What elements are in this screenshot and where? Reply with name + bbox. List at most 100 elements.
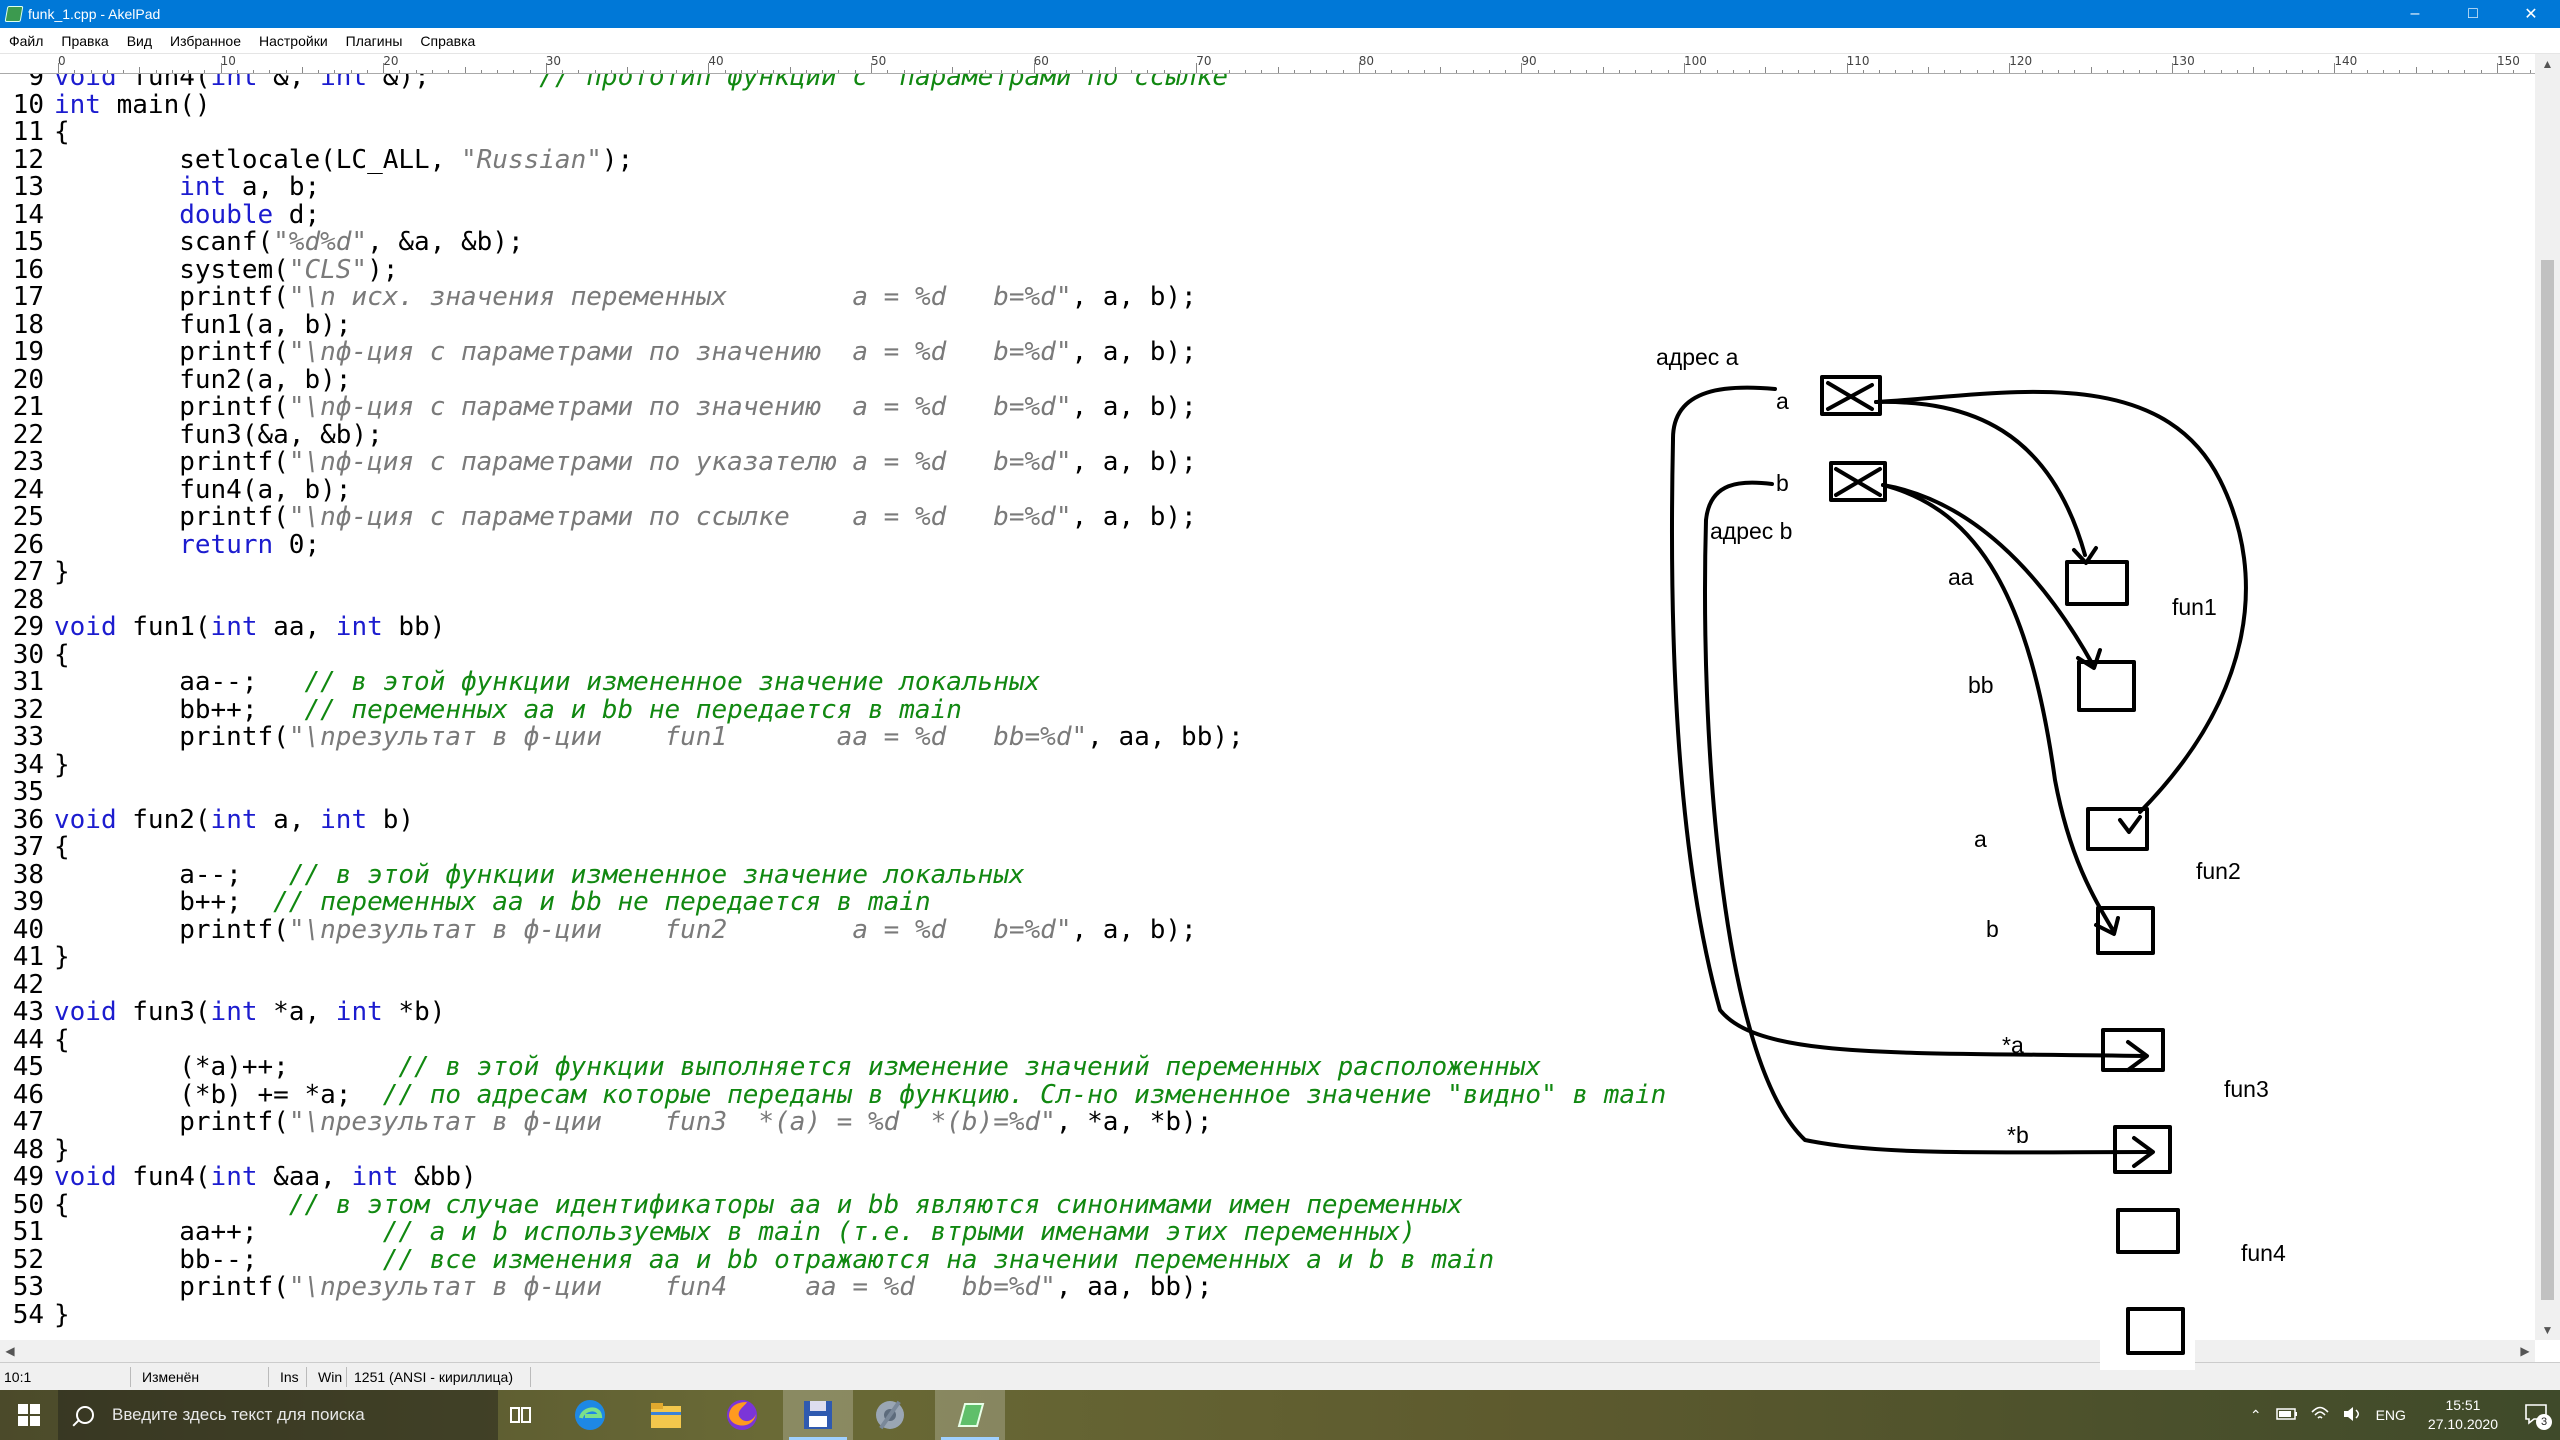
menu-settings[interactable]: Настройки [250, 33, 337, 49]
ruler-label: 130 [2171, 54, 2195, 68]
line-number: 21 [12, 392, 44, 422]
insert-mode[interactable]: Ins [280, 1369, 299, 1385]
start-button[interactable] [0, 1390, 58, 1440]
ruler-tick [757, 70, 759, 73]
code-line[interactable]: } [54, 943, 70, 972]
code-line[interactable]: bb--; // все изменения aa и bb отражаютс… [54, 1246, 1494, 1275]
code-line[interactable]: printf("\nрезультат в ф-ции fun2 a = %d … [54, 916, 1197, 945]
code-line[interactable]: bb++; // переменных aa и bb не передаетс… [54, 696, 962, 725]
code-line[interactable]: (*b) += *a; // по адресам которые переда… [54, 1081, 1666, 1110]
line-number: 41 [12, 942, 44, 972]
code-line[interactable]: int main() [54, 91, 211, 120]
label-b: b [1776, 470, 1789, 496]
code-line[interactable]: { [54, 1026, 70, 1055]
ruler-tick [253, 70, 255, 73]
vertical-scrollbar[interactable]: ▲ ▼ [2535, 54, 2560, 1340]
encoding-indicator[interactable]: 1251 (ANSI - кириллица) [354, 1369, 513, 1385]
code-line[interactable]: void fun3(int *a, int *b) [54, 998, 445, 1027]
code-line[interactable]: b++; // переменных aa и bb не передается… [54, 888, 930, 917]
tray-expand-icon[interactable]: ⌃ [2250, 1407, 2262, 1424]
code-line[interactable]: printf("\n исх. значения переменных a = … [54, 283, 1197, 312]
ruler-tick [2480, 70, 2482, 73]
wifi-icon[interactable] [2310, 1406, 2330, 1425]
menu-favorites[interactable]: Избранное [161, 33, 250, 49]
task-view-icon[interactable] [502, 1397, 538, 1433]
vertical-scroll-thumb[interactable] [2541, 260, 2554, 1300]
menu-view[interactable]: Вид [118, 33, 161, 49]
akelpad-taskbar-icon[interactable] [952, 1397, 988, 1433]
scroll-right-icon[interactable]: ▶ [2515, 1340, 2535, 1362]
code-line[interactable]: { // в этом случае идентификаторы aa и b… [54, 1191, 1463, 1220]
code-line[interactable]: printf("\nф-ция с параметрами по ссылке … [54, 503, 1197, 532]
line-number: 31 [12, 667, 44, 697]
ruler-tick [1976, 70, 1978, 73]
code-line[interactable]: a--; // в этой функции измененное значен… [54, 861, 1024, 890]
maximize-button[interactable]: □ [2444, 0, 2502, 28]
code-line[interactable]: } [54, 1136, 70, 1165]
code-line[interactable]: (*a)++; // в этой функции выполняется из… [54, 1053, 1541, 1082]
code-line[interactable]: fun1(a, b); [54, 311, 351, 340]
label-pb: *b [2007, 1122, 2029, 1148]
save-disk-app-icon[interactable] [800, 1397, 836, 1433]
code-line[interactable]: } [54, 558, 70, 587]
code-line[interactable]: printf("\nф-ция с параметрами по значени… [54, 338, 1197, 367]
clock[interactable]: 15:51 27.10.2020 [2428, 1396, 2498, 1434]
code-line[interactable]: printf("\nрезультат в ф-ции fun4 aa = %d… [54, 1273, 1212, 1302]
code-line[interactable]: printf("\nрезультат в ф-ции fun3 *(a) = … [54, 1108, 1212, 1137]
language-indicator[interactable]: ENG [2376, 1407, 2406, 1423]
scroll-down-icon[interactable]: ▼ [2535, 1320, 2560, 1340]
code-line[interactable]: int a, b; [54, 173, 320, 202]
minimize-button[interactable]: – [2386, 0, 2444, 28]
line-number: 48 [12, 1134, 44, 1165]
menu-plugins[interactable]: Плагины [337, 33, 412, 49]
code-line[interactable]: aa--; // в этой функции измененное значе… [54, 668, 1040, 697]
code-line[interactable]: setlocale(LC_ALL, "Russian"); [54, 146, 633, 175]
code-line[interactable]: void fun4(int &aa, int &bb) [54, 1163, 477, 1192]
ruler-tick [1131, 70, 1133, 73]
edge-browser-icon[interactable] [572, 1397, 608, 1433]
ruler-tick [675, 70, 677, 73]
newline-format[interactable]: Win [318, 1369, 342, 1385]
code-line[interactable]: } [54, 751, 70, 780]
scroll-left-icon[interactable]: ◀ [0, 1340, 20, 1362]
ruler-tick [204, 70, 206, 73]
code-line[interactable]: printf("\nф-ция с параметрами по указате… [54, 448, 1197, 477]
code-line[interactable]: double d; [54, 201, 320, 230]
volume-icon[interactable] [2342, 1406, 2362, 1425]
ruler-tick [1440, 67, 1442, 73]
code-line[interactable]: fun2(a, b); [54, 366, 351, 395]
code-line[interactable]: { [54, 833, 70, 862]
ruler-tick [1228, 70, 1230, 73]
code-line[interactable]: aa++; // a и b используемых в main (т.е.… [54, 1218, 1416, 1247]
code-line[interactable]: return 0; [54, 531, 320, 560]
ruler-tick [773, 70, 775, 73]
scroll-up-icon[interactable]: ▲ [2535, 54, 2560, 74]
file-explorer-icon[interactable] [648, 1397, 684, 1433]
search-icon [76, 1406, 94, 1424]
ruler-tick [936, 70, 938, 73]
tools-app-icon[interactable] [872, 1397, 908, 1433]
code-line[interactable]: printf("\nрезультат в ф-ции fun1 aa = %d… [54, 723, 1243, 752]
ruler-tick [1488, 70, 1490, 73]
box-pb [2113, 1125, 2172, 1174]
code-line[interactable]: } [54, 1301, 70, 1330]
code-line[interactable]: fun4(a, b); [54, 476, 351, 505]
code-line[interactable]: void fun2(int a, int b) [54, 806, 414, 835]
code-line[interactable]: void fun1(int aa, int bb) [54, 613, 445, 642]
taskbar-search[interactable]: Введите здесь текст для поиска [58, 1390, 498, 1440]
firefox-icon[interactable] [724, 1397, 760, 1433]
menu-edit[interactable]: Правка [52, 33, 117, 49]
battery-icon[interactable] [2275, 1407, 2298, 1423]
code-line[interactable]: scanf("%d%d", &a, &b); [54, 228, 523, 257]
notifications-icon[interactable]: 3 [2524, 1403, 2552, 1430]
code-line[interactable]: { [54, 118, 70, 147]
ruler-tick [1586, 70, 1588, 73]
code-line[interactable]: system("CLS"); [54, 256, 398, 285]
code-line[interactable]: printf("\nф-ция с параметрами по значени… [54, 393, 1197, 422]
code-line[interactable]: void fun4(int &, int &); // прототип фун… [54, 74, 1228, 92]
close-button[interactable]: ✕ [2502, 0, 2560, 28]
code-line[interactable]: { [54, 641, 70, 670]
code-line[interactable]: fun3(&a, &b); [54, 421, 383, 450]
menu-file[interactable]: Файл [0, 33, 52, 49]
menu-help[interactable]: Справка [411, 33, 484, 49]
